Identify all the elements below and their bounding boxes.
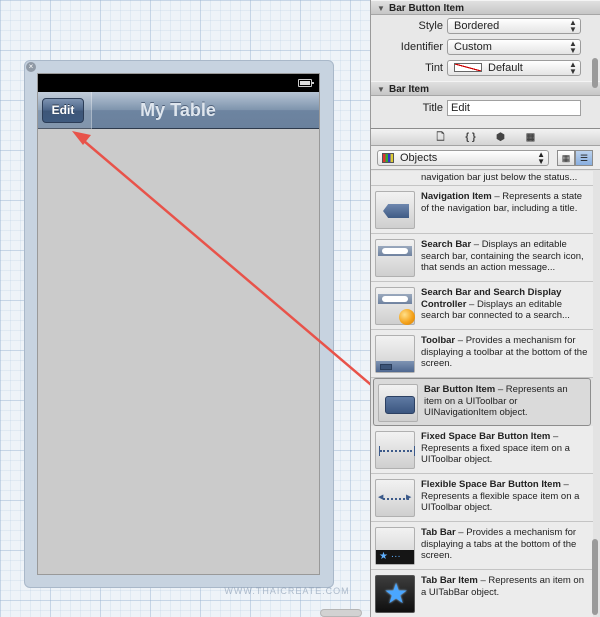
navigation-item-icon bbox=[375, 191, 415, 229]
list-item-bar-button-item[interactable]: Bar Button Item – Represents an item on … bbox=[373, 378, 591, 426]
popup-arrows-icon: ▲ ▼ bbox=[569, 18, 577, 34]
style-label: Style bbox=[418, 20, 443, 32]
battery-icon bbox=[298, 79, 314, 87]
identifier-row: Identifier Custom ▲ ▼ bbox=[371, 38, 600, 57]
object-library: 🗋 { } ⬢ ▦ Objects ▲ ▼ ▦ ☰ navigation bar … bbox=[370, 128, 600, 617]
library-scrollbar[interactable] bbox=[592, 539, 598, 615]
popup-arrows-icon: ▲ ▼ bbox=[569, 60, 577, 76]
canvas-horizontal-scrollbar[interactable] bbox=[320, 609, 362, 617]
list-item-tab-bar[interactable]: ★ ··· Tab Bar – Provides a mechanism for… bbox=[371, 522, 593, 570]
code-snippet-icon[interactable]: { } bbox=[463, 131, 479, 144]
tint-popup[interactable]: Default ▲ ▼ bbox=[447, 60, 581, 76]
watermark: WWW.THAICREATE.COM bbox=[224, 586, 350, 596]
tint-row: Tint Default ▲ ▼ bbox=[371, 59, 600, 78]
objects-category-icon bbox=[382, 153, 394, 163]
status-bar bbox=[38, 74, 319, 92]
list-item-search-bar[interactable]: Search Bar – Displays an editable search… bbox=[371, 234, 593, 282]
disclosure-triangle-icon[interactable]: ▼ bbox=[377, 1, 389, 16]
popup-arrows-icon: ▲ ▼ bbox=[537, 150, 545, 166]
list-item-toolbar[interactable]: Toolbar – Provides a mechanism for displ… bbox=[371, 330, 593, 378]
tint-swatch-icon bbox=[454, 63, 482, 72]
style-row: Style Bordered ▲ ▼ bbox=[371, 17, 600, 36]
title-field[interactable]: Edit bbox=[447, 100, 581, 116]
list-item-search-display-controller[interactable]: Search Bar and Search Display Controller… bbox=[371, 282, 593, 330]
library-tab-bar: 🗋 { } ⬢ ▦ bbox=[371, 129, 600, 146]
bar-button-item-icon bbox=[378, 384, 418, 422]
title-row: Title Edit bbox=[371, 99, 600, 118]
section-header-bar-item[interactable]: ▼ Bar Item bbox=[371, 81, 600, 96]
list-item-flexible-space[interactable]: Flexible Space Bar Button Item – Represe… bbox=[371, 474, 593, 522]
library-toolbar: Objects ▲ ▼ ▦ ☰ bbox=[371, 146, 600, 170]
device-screen: Edit My Table bbox=[37, 73, 320, 575]
tint-label: Tint bbox=[425, 62, 443, 74]
file-template-icon[interactable]: 🗋 bbox=[433, 131, 449, 144]
list-item[interactable]: navigation bar just below the status... bbox=[371, 171, 593, 186]
tab-bar-icon: ★ ··· bbox=[375, 527, 415, 565]
fixed-space-icon bbox=[375, 431, 415, 469]
identifier-label: Identifier bbox=[400, 41, 443, 53]
search-display-controller-icon bbox=[375, 287, 415, 325]
search-bar-icon bbox=[375, 239, 415, 277]
style-popup[interactable]: Bordered ▲ ▼ bbox=[447, 18, 581, 34]
library-list: navigation bar just below the status... … bbox=[371, 171, 593, 617]
objects-filter-popup[interactable]: Objects ▲ ▼ bbox=[377, 150, 549, 166]
inspector-scrollbar[interactable] bbox=[592, 58, 598, 88]
list-view-icon[interactable]: ☰ bbox=[575, 150, 593, 166]
toolbar-icon bbox=[375, 335, 415, 373]
view-mode-toggle: ▦ ☰ bbox=[557, 150, 593, 166]
list-item-tab-bar-item[interactable]: ★ Tab Bar Item – Represents an item on a… bbox=[371, 570, 593, 617]
flexible-space-icon bbox=[375, 479, 415, 517]
popup-arrows-icon: ▲ ▼ bbox=[569, 39, 577, 55]
list-item-navigation-item[interactable]: Navigation Item – Represents a state of … bbox=[371, 186, 593, 234]
tab-bar-item-star-icon: ★ bbox=[375, 575, 415, 613]
close-icon[interactable]: × bbox=[26, 62, 36, 72]
media-library-icon[interactable]: ▦ bbox=[523, 131, 539, 144]
attributes-inspector: ▼ Bar Button Item Style Bordered ▲ ▼ Ident… bbox=[370, 0, 600, 128]
title-label: Title bbox=[422, 102, 443, 114]
list-item-fixed-space[interactable]: Fixed Space Bar Button Item – Represents… bbox=[371, 426, 593, 474]
identifier-popup[interactable]: Custom ▲ ▼ bbox=[447, 39, 581, 55]
object-library-icon[interactable]: ⬢ bbox=[493, 131, 509, 144]
navigation-title[interactable]: My Table bbox=[118, 92, 238, 129]
navigation-bar[interactable]: Edit My Table bbox=[38, 92, 319, 129]
grid-view-icon[interactable]: ▦ bbox=[557, 150, 575, 166]
disclosure-triangle-icon[interactable]: ▼ bbox=[377, 82, 389, 97]
section-header-bar-button-item[interactable]: ▼ Bar Button Item bbox=[371, 0, 600, 15]
edit-bar-button[interactable]: Edit bbox=[42, 98, 84, 123]
